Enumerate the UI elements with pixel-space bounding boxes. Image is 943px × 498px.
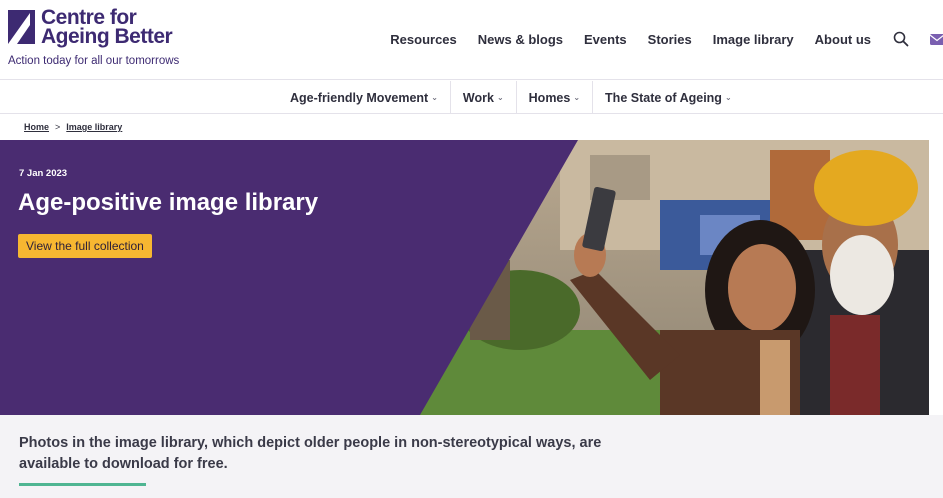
- brand-name: Centre for Ageing Better: [41, 7, 173, 48]
- site-logo[interactable]: Centre for Ageing Better Action today fo…: [8, 7, 198, 70]
- secondary-nav: Age-friendly Movement ⌄ Work ⌄ Homes ⌄ T…: [0, 81, 943, 114]
- subnav-label: Work: [462, 90, 494, 105]
- hero-banner: 7 Jan 2023 Age-positive image library Vi…: [0, 140, 929, 415]
- chevron-down-icon: ⌄: [724, 93, 732, 102]
- subnav-work[interactable]: Work ⌄: [451, 81, 516, 114]
- hero-overlay: [0, 140, 578, 415]
- chevron-down-icon: ⌄: [431, 93, 438, 102]
- nav-stories[interactable]: Stories: [648, 32, 692, 47]
- brand-tagline: Action today for all our tomorrows: [8, 55, 180, 67]
- breadcrumb-separator: >: [55, 122, 61, 132]
- nav-image-library[interactable]: Image library: [713, 32, 794, 47]
- subnav-state-of-ageing[interactable]: The State of Ageing ⌄: [593, 81, 744, 114]
- nav-events[interactable]: Events: [584, 32, 627, 47]
- page-title: Age-positive image library: [18, 189, 319, 216]
- search-icon[interactable]: [893, 31, 909, 47]
- chevron-down-icon: ⌄: [573, 93, 581, 102]
- brand-name-line2: Ageing Better: [41, 25, 173, 48]
- breadcrumb-current[interactable]: Image library: [66, 122, 122, 132]
- mail-icon[interactable]: [929, 31, 943, 47]
- intro-section: Photos in the image library, which depic…: [0, 415, 943, 498]
- accent-divider: [19, 483, 146, 486]
- view-collection-button[interactable]: View the full collection: [18, 234, 152, 258]
- nav-about-us[interactable]: About us: [815, 32, 871, 47]
- publish-date: 7 Jan 2023: [19, 168, 68, 179]
- chevron-down-icon: ⌄: [496, 93, 504, 102]
- nav-news-blogs[interactable]: News & blogs: [478, 32, 563, 47]
- subnav-age-friendly-movement[interactable]: Age-friendly Movement ⌄: [278, 81, 450, 114]
- breadcrumb-home[interactable]: Home: [24, 122, 49, 132]
- subnav-label: The State of Ageing: [605, 90, 722, 105]
- subnav-homes[interactable]: Homes ⌄: [517, 81, 592, 114]
- breadcrumb: Home > Image library: [24, 122, 122, 132]
- intro-text: Photos in the image library, which depic…: [19, 435, 602, 472]
- logo-mark-icon: [8, 10, 35, 44]
- subnav-label: Homes: [528, 90, 571, 105]
- nav-resources[interactable]: Resources: [390, 32, 456, 47]
- primary-nav: Resources News & blogs Events Stories Im…: [369, 28, 943, 50]
- subnav-label: Age-friendly Movement: [290, 90, 429, 105]
- site-header: Centre for Ageing Better Action today fo…: [0, 0, 943, 80]
